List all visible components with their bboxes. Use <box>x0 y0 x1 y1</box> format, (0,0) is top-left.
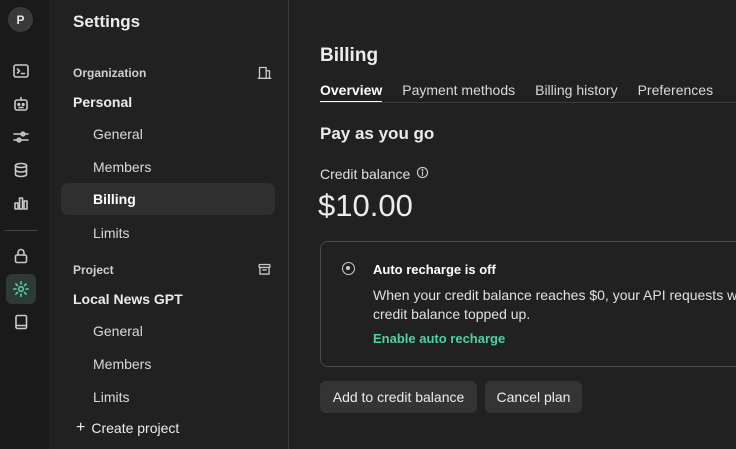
rail-divider <box>4 230 38 231</box>
auto-recharge-card: Auto recharge is off When your credit ba… <box>320 241 736 367</box>
lock-icon[interactable] <box>6 241 36 271</box>
cancel-plan-button[interactable]: Cancel plan <box>485 381 582 413</box>
section-title: Pay as you go <box>320 124 435 143</box>
plus-icon: + <box>76 419 86 436</box>
add-to-credit-balance-button[interactable]: Add to credit balance <box>320 381 477 413</box>
sidebar-item-org-members[interactable]: Members <box>61 151 275 183</box>
settings-title: Settings <box>73 12 141 31</box>
tab-preferences[interactable]: Preferences <box>638 82 713 103</box>
robot-icon[interactable] <box>6 89 36 119</box>
chart-icon[interactable] <box>6 188 36 218</box>
archive-icon[interactable] <box>257 262 272 282</box>
create-project-label: Create project <box>91 420 180 436</box>
sidebar-item-project-general[interactable]: General <box>61 315 275 347</box>
credit-balance-text: Credit balance <box>320 166 411 182</box>
auto-recharge-line-2: credit balance topped up. <box>373 306 531 322</box>
auto-recharge-title: Auto recharge is off <box>373 262 496 277</box>
org-name[interactable]: Personal <box>73 94 132 110</box>
tab-payment-methods[interactable]: Payment methods <box>402 82 515 103</box>
sidebar-item-org-general[interactable]: General <box>61 118 275 150</box>
main-content: Billing Overview Payment methods Billing… <box>289 0 736 449</box>
book-icon[interactable] <box>6 307 36 337</box>
avatar[interactable]: P <box>8 7 33 32</box>
page-title: Billing <box>320 45 379 66</box>
auto-recharge-line-1: When your credit balance reaches $0, you… <box>373 287 736 303</box>
sidebar-item-project-limits[interactable]: Limits <box>61 381 275 413</box>
sidebar-item-project-members[interactable]: Members <box>61 348 275 380</box>
tab-billing-history[interactable]: Billing history <box>535 82 617 103</box>
terminal-icon[interactable] <box>6 56 36 86</box>
sidebar-item-billing[interactable]: Billing <box>61 183 275 215</box>
credit-balance-value: $10.00 <box>318 188 413 223</box>
sliders-icon[interactable] <box>6 122 36 152</box>
icon-rail: P <box>0 0 50 449</box>
project-label: Project <box>73 263 114 277</box>
info-icon[interactable] <box>416 166 429 182</box>
database-icon[interactable] <box>6 155 36 185</box>
organization-label: Organization <box>73 66 147 80</box>
project-name[interactable]: Local News GPT <box>73 291 183 307</box>
billing-tabs: Overview Payment methods Billing history… <box>320 82 713 103</box>
tab-overview[interactable]: Overview <box>320 82 383 103</box>
credit-balance-label: Credit balance <box>320 166 429 182</box>
tab-divider <box>320 102 736 103</box>
create-project-button[interactable]: + Create project <box>76 419 180 437</box>
gear-icon[interactable] <box>6 274 36 304</box>
enable-auto-recharge-link[interactable]: Enable auto recharge <box>373 331 505 346</box>
building-icon[interactable] <box>257 65 272 85</box>
sidebar-item-org-limits[interactable]: Limits <box>61 217 275 249</box>
auto-recharge-radio[interactable] <box>342 262 355 275</box>
auto-recharge-description: When your credit balance reaches $0, you… <box>373 286 736 324</box>
settings-sidebar: Settings Organization Personal General M… <box>49 0 289 449</box>
